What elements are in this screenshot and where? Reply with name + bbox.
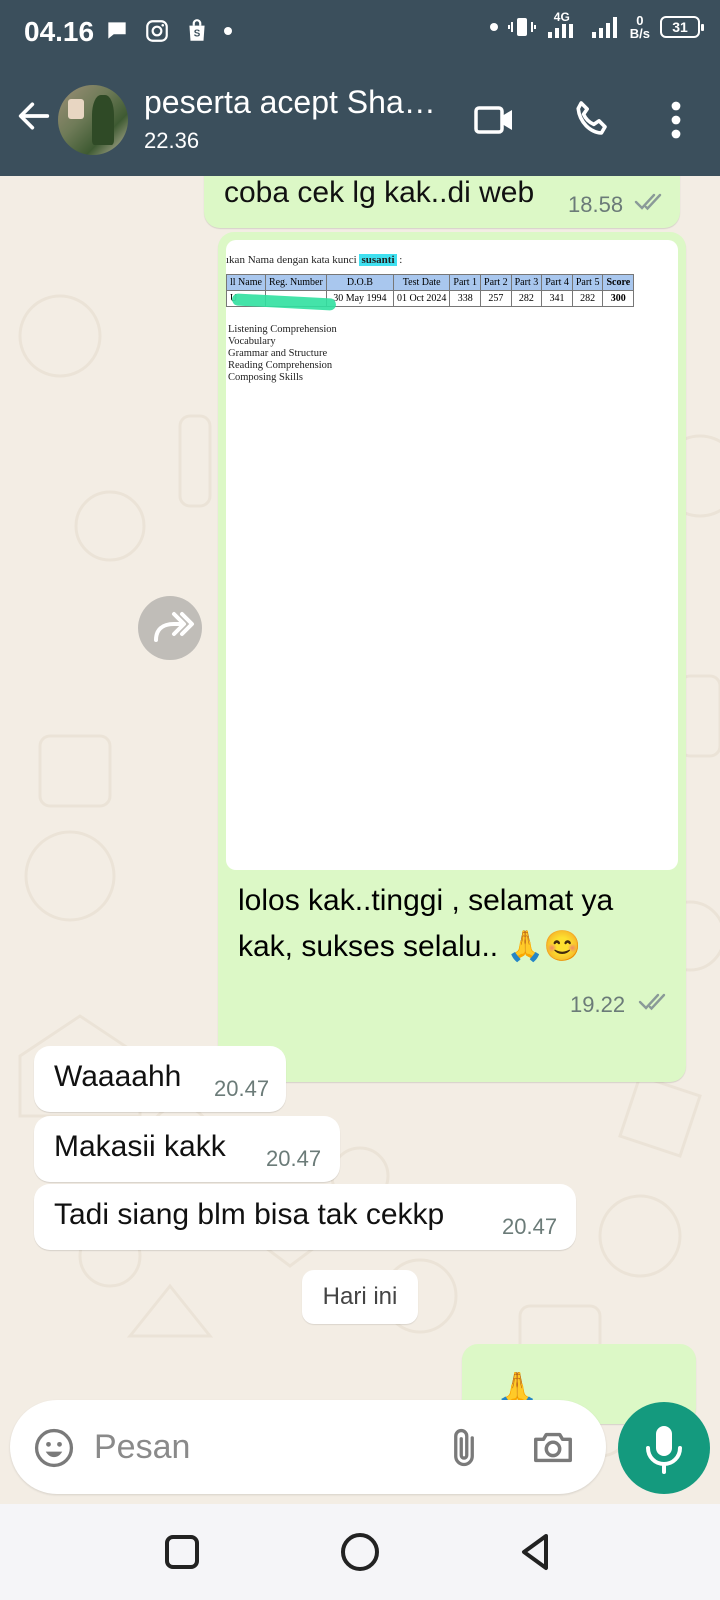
instagram-icon bbox=[146, 20, 168, 42]
svg-text:S: S bbox=[194, 28, 201, 39]
camera-icon[interactable] bbox=[530, 1424, 576, 1470]
system-navigation-bar bbox=[0, 1504, 720, 1600]
emoji-pray-smile: 🙏😊 bbox=[506, 930, 582, 963]
forward-icon bbox=[154, 612, 194, 642]
message-outgoing[interactable]: coba cek lg kak..di web 18.58 bbox=[204, 176, 680, 228]
date-divider: Hari ini bbox=[302, 1270, 418, 1324]
message-incoming[interactable]: Tadi siang blm bisa tak cekkp 20.47 bbox=[34, 1184, 576, 1250]
chat-notification-icon bbox=[108, 22, 126, 39]
read-ticks-icon bbox=[634, 193, 662, 211]
more-notifications-dot bbox=[224, 27, 232, 35]
vibrate-icon bbox=[507, 18, 536, 36]
notification-icons: S bbox=[104, 18, 232, 44]
status-bar: 04.16 S 4G 0 B/s 31 bbox=[0, 0, 720, 66]
message-incoming[interactable]: Makasii kakk 20.47 bbox=[34, 1116, 340, 1182]
message-text: coba cek lg kak..di web bbox=[224, 176, 535, 209]
nav-home-icon[interactable] bbox=[338, 1530, 382, 1574]
message-time: 20.47 bbox=[502, 1214, 558, 1239]
emoji-icon[interactable] bbox=[32, 1426, 76, 1470]
status-dot bbox=[489, 23, 498, 31]
contact-name[interactable]: peserta acept Sha… bbox=[144, 84, 444, 121]
mic-button[interactable] bbox=[618, 1402, 710, 1494]
image-doc-caption: ıkan Nama dengan kata kunci susanti : bbox=[226, 254, 403, 266]
message-text: Makasii kakk bbox=[54, 1130, 226, 1163]
video-call-icon[interactable] bbox=[470, 96, 518, 144]
last-seen: 22.36 bbox=[144, 128, 200, 153]
back-arrow-icon[interactable] bbox=[14, 96, 54, 136]
more-vert-icon[interactable] bbox=[652, 96, 700, 144]
signal-4g-icon: 4G bbox=[546, 10, 580, 40]
signal-icon bbox=[591, 17, 617, 38]
message-time: 20.47 bbox=[214, 1076, 270, 1101]
message-text: Waaaahh bbox=[54, 1060, 182, 1093]
read-ticks-icon bbox=[638, 993, 666, 1011]
message-incoming[interactable]: Waaaahh 20.47 bbox=[34, 1046, 286, 1112]
system-status-icons: 4G 0 B/s 31 bbox=[489, 10, 704, 41]
contact-avatar[interactable] bbox=[58, 85, 128, 155]
attach-icon[interactable] bbox=[442, 1424, 486, 1472]
net-speed: 0 B/s bbox=[629, 13, 650, 41]
message-time: 18.58 bbox=[568, 192, 624, 217]
message-time: 20.47 bbox=[266, 1146, 322, 1171]
chat-messages-area[interactable]: coba cek lg kak..di web 18.58 ıkan Nama … bbox=[0, 176, 720, 1504]
forward-button[interactable] bbox=[138, 596, 202, 660]
message-time: 19.22 bbox=[570, 992, 626, 1017]
message-caption: lolos kak..tinggi , selamat ya kak, suks… bbox=[238, 884, 614, 963]
battery-indicator: 31 bbox=[660, 16, 704, 38]
chat-header: peserta acept Sha… 22.36 bbox=[0, 66, 720, 176]
phone-icon[interactable] bbox=[568, 96, 616, 144]
message-text: Tadi siang blm bisa tak cekkp bbox=[54, 1198, 445, 1231]
nav-recents-icon[interactable] bbox=[162, 1532, 202, 1572]
mic-icon bbox=[646, 1426, 682, 1474]
nav-back-icon[interactable] bbox=[514, 1530, 558, 1574]
shopping-bag-icon: S bbox=[189, 19, 205, 41]
message-input-bar bbox=[10, 1400, 606, 1494]
image-skills-list: Listening Comprehension Vocabulary Gramm… bbox=[228, 324, 337, 383]
message-input[interactable] bbox=[94, 1422, 414, 1472]
image-attachment[interactable]: ıkan Nama dengan kata kunci susanti : ll… bbox=[226, 240, 678, 870]
status-time: 04.16 bbox=[24, 16, 95, 47]
